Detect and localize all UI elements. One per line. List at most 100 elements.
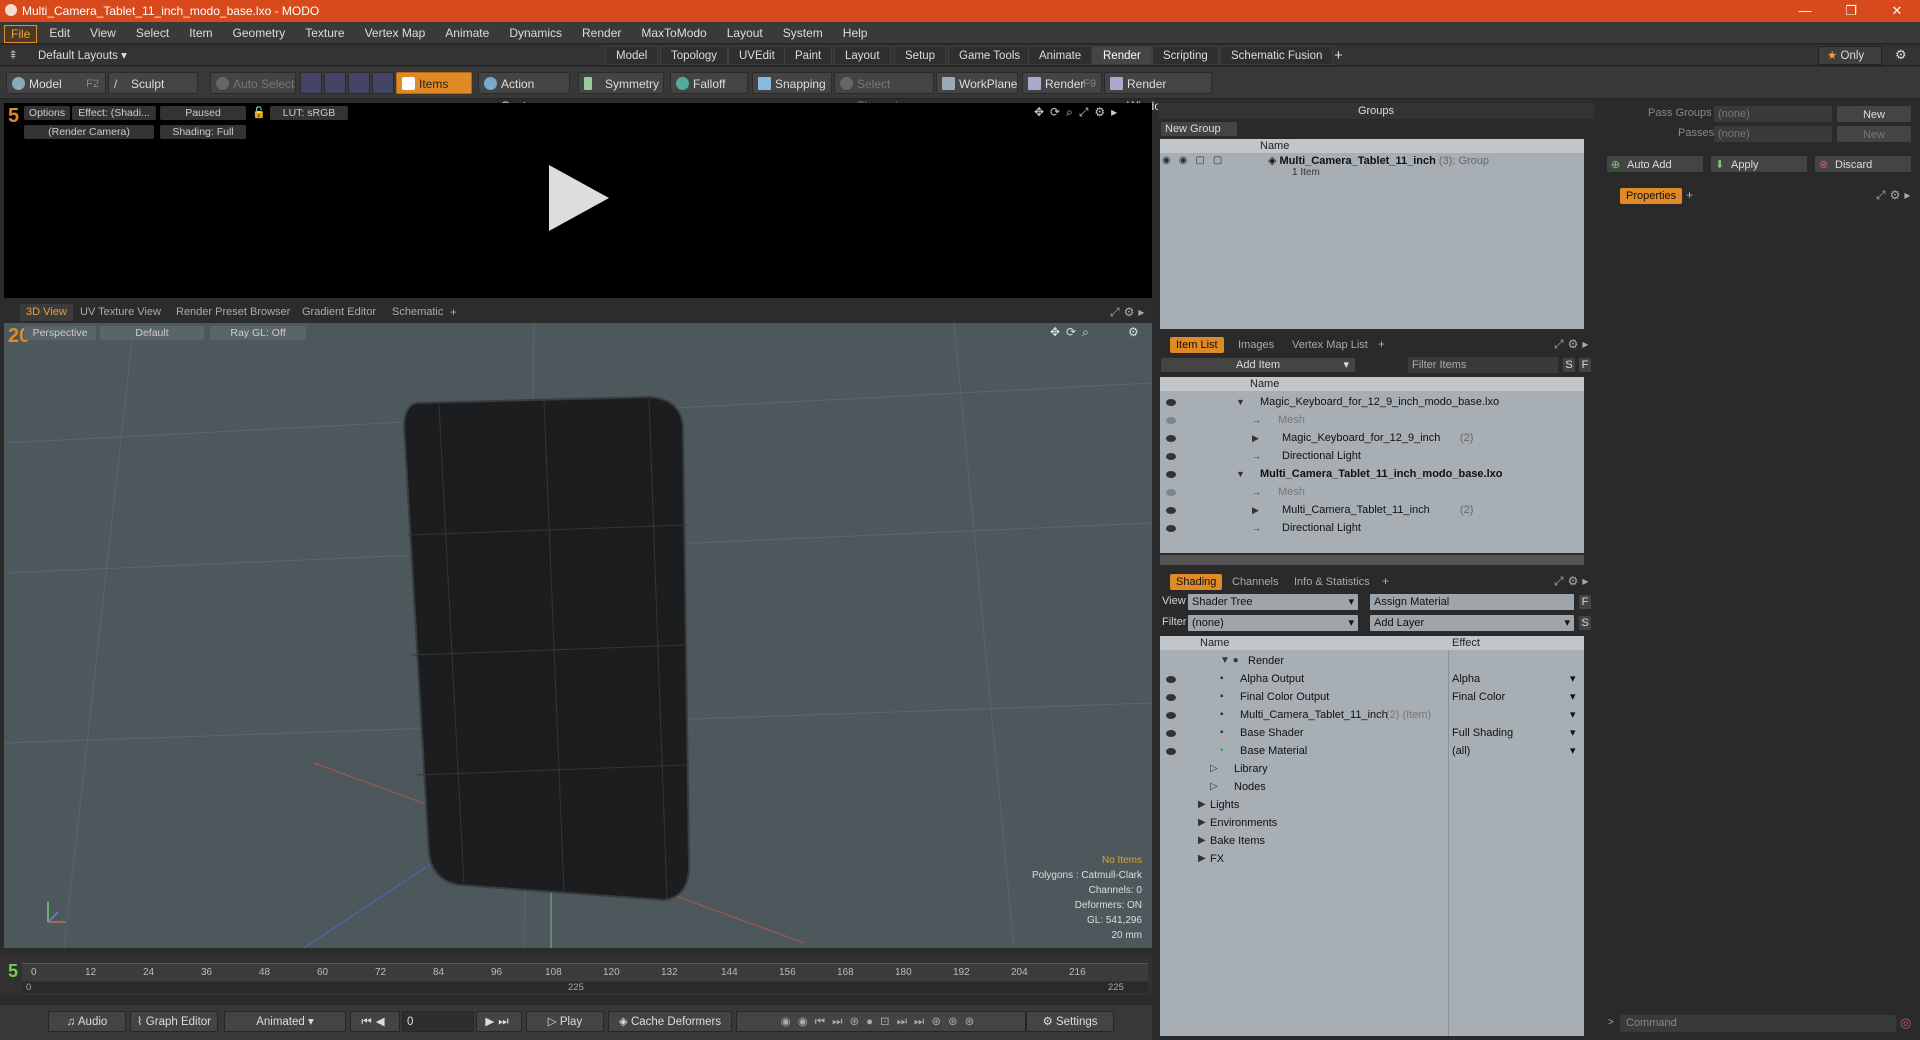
- eye-icon[interactable]: [1166, 453, 1176, 460]
- shader-row[interactable]: ▪ Base Shader Full Shading ▾: [1160, 724, 1584, 742]
- chevron-down-icon[interactable]: ▾: [1570, 706, 1576, 724]
- select-through-button[interactable]: Select Through: [834, 72, 934, 113]
- chevron-down-icon[interactable]: ▾: [1570, 670, 1576, 688]
- filter-toggle[interactable]: F: [1578, 357, 1592, 373]
- item-list-row[interactable]: → Mesh: [1160, 411, 1584, 429]
- timeline-range-bar[interactable]: [22, 982, 1148, 993]
- new-pass-group-button[interactable]: New: [1836, 105, 1912, 123]
- viewport-nav-icons[interactable]: ✥⟳⌕: [1050, 325, 1095, 340]
- command-input[interactable]: Command: [1620, 1015, 1896, 1032]
- expand-arrow-icon[interactable]: →: [1252, 447, 1261, 465]
- play-button[interactable]: ▷ Play: [526, 1011, 604, 1032]
- render-window-button[interactable]: Render Window: [1104, 72, 1212, 113]
- add-shading-tab-icon[interactable]: +: [1382, 574, 1389, 588]
- chevron-down-icon[interactable]: ▾: [1570, 724, 1576, 742]
- shader-row[interactable]: ▪ Base Material (all) ▾: [1160, 742, 1584, 760]
- shader-row[interactable]: ▪ Alpha Output Alpha ▾: [1160, 670, 1584, 688]
- snapping-button[interactable]: Snapping: [752, 72, 832, 94]
- eye-icon[interactable]: [1166, 435, 1176, 442]
- apply-button[interactable]: ⬇ Apply: [1710, 155, 1808, 173]
- shading-search-toggle[interactable]: S: [1578, 615, 1592, 631]
- shader-row[interactable]: ▪ Final Color Output Final Color ▾: [1160, 688, 1584, 706]
- passes-dropdown[interactable]: (none): [1714, 126, 1832, 142]
- vertex-mode-icon[interactable]: [300, 72, 322, 94]
- menu-maxtomodo[interactable]: MaxToModo: [631, 22, 716, 44]
- pass-groups-dropdown[interactable]: (none): [1714, 106, 1832, 122]
- item-list-controls-icon[interactable]: ⤢⚙▸: [1554, 337, 1592, 352]
- perspective-dropdown[interactable]: Perspective: [24, 326, 96, 340]
- tab-schematic[interactable]: Schematic: [386, 304, 449, 321]
- effect-dropdown[interactable]: (all): [1452, 742, 1470, 760]
- default-dropdown[interactable]: Default: [100, 326, 204, 340]
- cache-deformers-button[interactable]: ◈ Cache Deformers: [608, 1011, 732, 1032]
- group-visibility-icons[interactable]: ◉◉▢▢: [1162, 155, 1230, 166]
- tab-uvedit[interactable]: UVEdit: [728, 46, 786, 65]
- item-list-row[interactable]: → Directional Light: [1160, 519, 1584, 537]
- eye-icon[interactable]: [1166, 471, 1176, 478]
- item-list-row[interactable]: ▶ Magic_Keyboard_for_12_9_inch (2): [1160, 429, 1584, 447]
- menu-geometry[interactable]: Geometry: [223, 22, 296, 44]
- maximize-icon[interactable]: ❐: [1828, 0, 1874, 22]
- menu-animate[interactable]: Animate: [435, 22, 499, 44]
- tab-render-preset-browser[interactable]: Render Preset Browser: [170, 304, 296, 321]
- minimize-icon[interactable]: —: [1782, 0, 1828, 22]
- item-list-row[interactable]: ▼ Multi_Camera_Tablet_11_inch_modo_base.l…: [1160, 465, 1584, 483]
- add-list-tab-icon[interactable]: +: [1378, 337, 1385, 351]
- shading-dropdown[interactable]: Shading: Full: [160, 125, 246, 139]
- shader-row[interactable]: ▪ Multi_Camera_Tablet_11_inch (2) (Item) ▾: [1160, 706, 1584, 724]
- item-list-row[interactable]: ▼ Magic_Keyboard_for_12_9_inch_modo_base.…: [1160, 393, 1584, 411]
- next-key-buttons[interactable]: ▶⏭: [476, 1011, 522, 1032]
- material-mode-icon[interactable]: [372, 72, 394, 94]
- timeline-ruler[interactable]: [22, 963, 1148, 981]
- timeline[interactable]: 5 0 12 24 36 48 60 72 84 96 108 120 132 …: [0, 955, 1152, 995]
- add-properties-tab-icon[interactable]: +: [1686, 188, 1693, 202]
- tab-shading[interactable]: Shading: [1170, 574, 1223, 590]
- tab-animate[interactable]: Animate: [1028, 46, 1093, 65]
- menu-file[interactable]: File: [4, 24, 38, 43]
- tab-gradient-editor[interactable]: Gradient Editor: [296, 304, 382, 321]
- close-icon[interactable]: ✕: [1874, 0, 1920, 22]
- paused-button[interactable]: Paused: [160, 106, 246, 120]
- item-list-row[interactable]: ▶ Multi_Camera_Tablet_11_inch (2): [1160, 501, 1584, 519]
- only-toggle[interactable]: ★ Only: [1818, 46, 1882, 65]
- shading-controls-icon[interactable]: ⤢⚙▸: [1554, 574, 1592, 589]
- assign-material-button[interactable]: Assign Material: [1370, 594, 1574, 610]
- expand-arrow-icon[interactable]: →: [1252, 519, 1261, 537]
- tab-images[interactable]: Images: [1232, 337, 1280, 353]
- edge-mode-icon[interactable]: [324, 72, 346, 94]
- frame-field[interactable]: 0: [402, 1011, 474, 1032]
- eye-icon[interactable]: [1166, 399, 1176, 406]
- group-item[interactable]: ◈ Multi_Camera_Tablet_11_inch (3): Group: [1268, 154, 1489, 167]
- expand-arrow-icon[interactable]: ▼: [1236, 393, 1245, 411]
- menu-edit[interactable]: Edit: [39, 22, 80, 44]
- tab-channels[interactable]: Channels: [1226, 574, 1284, 590]
- search-toggle[interactable]: S: [1562, 357, 1576, 373]
- shading-filter-toggle[interactable]: F: [1578, 594, 1592, 610]
- chevron-down-icon[interactable]: ▾: [1570, 742, 1576, 760]
- menu-render[interactable]: Render: [572, 22, 631, 44]
- options-button[interactable]: Options: [24, 106, 70, 120]
- shader-row[interactable]: ▶ Environments: [1160, 814, 1584, 832]
- add-layer-dropdown[interactable]: Add Layer ▾: [1370, 615, 1574, 631]
- properties-panel-controls-icon[interactable]: ⤢⚙▸: [1876, 188, 1914, 203]
- chevron-down-icon[interactable]: ▾: [1570, 688, 1576, 706]
- add-item-dropdown[interactable]: Add Item ▾: [1160, 357, 1356, 373]
- discard-button[interactable]: ⊗ Discard: [1814, 155, 1912, 173]
- settings-button[interactable]: ⚙ Settings: [1026, 1011, 1114, 1032]
- eye-icon[interactable]: [1166, 417, 1176, 424]
- filter-items-input[interactable]: Filter Items: [1408, 357, 1558, 373]
- add-viewport-tab-icon[interactable]: +: [450, 305, 457, 319]
- eye-icon[interactable]: [1166, 676, 1176, 683]
- tab-paint[interactable]: Paint: [784, 46, 833, 65]
- eye-icon[interactable]: [1166, 748, 1176, 755]
- tab-topology[interactable]: Topology: [660, 46, 729, 65]
- new-group-button[interactable]: New Group: [1160, 121, 1238, 137]
- auto-add-button[interactable]: ⊕ Auto Add: [1606, 155, 1704, 173]
- shader-row[interactable]: ▶ FX: [1160, 850, 1584, 868]
- shader-row[interactable]: ▷ Library: [1160, 760, 1584, 778]
- effect-dropdown[interactable]: Alpha: [1452, 670, 1480, 688]
- expand-arrow-icon[interactable]: →: [1252, 411, 1261, 429]
- shader-row[interactable]: ▼ ● Render: [1160, 652, 1584, 670]
- menu-vertex-map[interactable]: Vertex Map: [355, 22, 436, 44]
- tab-3d-view[interactable]: 3D View: [20, 304, 73, 321]
